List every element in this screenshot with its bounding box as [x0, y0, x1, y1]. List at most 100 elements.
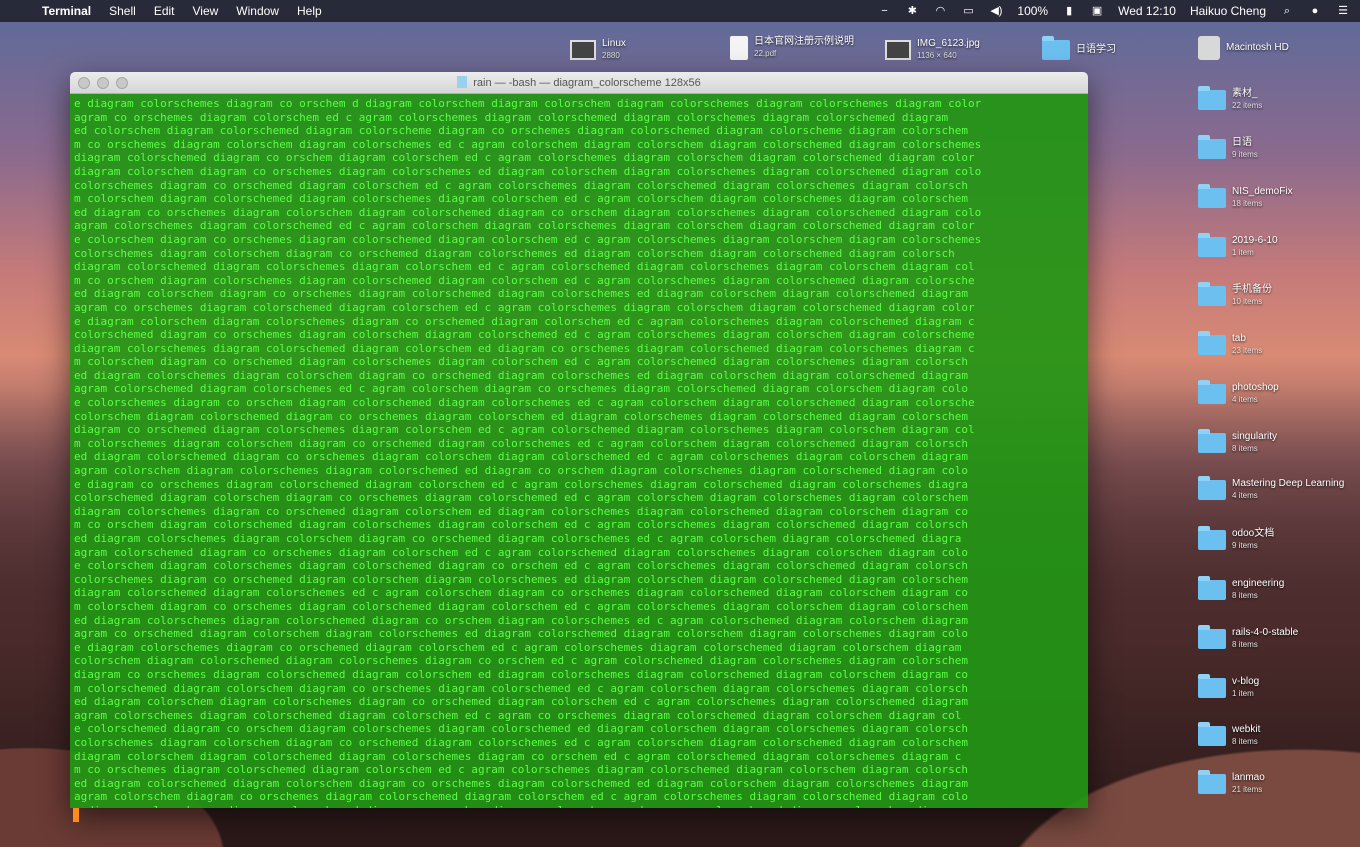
hard-disk-icon — [1198, 36, 1220, 60]
terminal-line: m co orschem diagram colorschemes diagra… — [74, 273, 975, 287]
terminal-line: m colorschem diagram co orschemed diagra… — [74, 355, 969, 369]
desktop-item-sub: 22.pdf — [754, 49, 777, 58]
menu-view[interactable]: View — [193, 4, 219, 18]
minus-icon[interactable]: − — [877, 5, 891, 17]
desktop-item-sub: 10 items — [1232, 297, 1263, 306]
folder-icon — [1198, 770, 1226, 794]
desktop-item-label: Macintosh HD — [1226, 42, 1289, 53]
desktop-item-label: v-blog — [1232, 676, 1260, 687]
app-menu-terminal[interactable]: Terminal — [42, 4, 91, 18]
terminal-line: diagram co orschemed diagram colorscheme… — [74, 423, 975, 437]
desktop-folder[interactable]: engineering 8 items — [1198, 576, 1284, 602]
terminal-line: diagram colorschemes diagram colorscheme… — [74, 341, 975, 355]
desktop-item-img[interactable]: IMG_6123.jpg 1136 × 640 — [885, 38, 980, 62]
terminal-line: agram co orschemes diagram colorschem ed… — [74, 110, 949, 124]
image-file-icon — [570, 40, 596, 60]
clock[interactable]: Wed 12:10 — [1118, 4, 1176, 18]
terminal-line: diagram colorschemed diagram co orschem … — [74, 151, 975, 165]
terminal-line: e colorschem diagram co orschemes diagra… — [74, 232, 982, 246]
folder-icon — [1198, 233, 1226, 257]
desktop-item-disk[interactable]: Macintosh HD — [1198, 36, 1289, 60]
desktop-item-sub: 8 items — [1232, 640, 1258, 649]
desktop-item-label: 日本官网注册示例说明 — [754, 36, 854, 47]
desktop-item-sub: 2880 — [602, 51, 620, 60]
terminal-line: agram colorschemes diagram colorschemed … — [74, 708, 962, 722]
terminal-line: ed diagram colorschemes diagram colorsch… — [74, 368, 969, 382]
desktop-item-label: lanmao — [1232, 772, 1265, 783]
desktop-folder[interactable]: rails-4-0-stable 8 items — [1198, 625, 1299, 651]
desktop-item-pdf[interactable]: 日本官网注册示例说明 22.pdf — [730, 36, 854, 60]
terminal-line: diagram colorschemed diagram colorscheme… — [74, 586, 969, 600]
wifi-icon[interactable]: ◠ — [933, 5, 947, 17]
terminal-line: colorschemes diagram colorschem diagram … — [74, 735, 969, 749]
terminal-line: colorschemed diagram co orschemes diagra… — [74, 328, 975, 342]
window-title-text: rain — -bash — diagram_colorscheme 128x5… — [473, 77, 701, 89]
input-source-icon[interactable]: ▣ — [1090, 5, 1104, 17]
terminal-cursor — [73, 808, 79, 822]
desktop-folder[interactable]: webkit 8 items — [1198, 722, 1261, 748]
desktop-item-sub: 23 items — [1232, 346, 1263, 355]
terminal-line: ed diagram colorschem diagram co orschem… — [74, 287, 969, 301]
desktop-folder[interactable]: tab 23 items — [1198, 331, 1263, 357]
desktop-item-label: Mastering Deep Learning — [1232, 478, 1345, 489]
desktop-item-label: tab — [1232, 333, 1246, 344]
terminal-line: ed diagram colorschemed diagram co orsch… — [74, 450, 969, 464]
spotlight-icon[interactable]: ⌕ — [1280, 5, 1294, 17]
desktop-folder[interactable]: 日语 9 items — [1198, 135, 1258, 161]
terminal-output[interactable]: e diagram colorschemes diagram co orsche… — [70, 94, 1088, 808]
battery-icon[interactable]: ▮ — [1062, 5, 1076, 17]
window-title: rain — -bash — diagram_colorscheme 128x5… — [70, 76, 1088, 89]
folder-icon — [1198, 625, 1226, 649]
menu-shell[interactable]: Shell — [109, 4, 136, 18]
terminal-line: m co orschemes diagram colorschem diagra… — [74, 137, 982, 151]
desktop-item-label: singularity — [1232, 431, 1278, 442]
desktop-folder[interactable]: lanmao 21 items — [1198, 770, 1265, 796]
terminal-line: e diagram colorschemes diagram colorsche… — [74, 804, 1084, 808]
terminal-line: e diagram colorschemes diagram co orsche… — [74, 640, 962, 654]
desktop-folder[interactable]: NIS_demoFix 18 items — [1198, 184, 1293, 210]
user-name[interactable]: Haikuo Cheng — [1190, 4, 1266, 18]
desktop-item-label: 2019-6-10 — [1232, 235, 1278, 246]
menu-window[interactable]: Window — [236, 4, 279, 18]
desktop-folder[interactable]: 2019-6-10 1 item — [1198, 233, 1278, 259]
desktop-item-sub: 1136 × 640 — [917, 51, 957, 60]
siri-icon[interactable]: ● — [1308, 5, 1322, 17]
terminal-line: e diagram colorschem diagram colorscheme… — [74, 314, 975, 328]
terminal-line: colorschemes diagram co orschemed diagra… — [74, 572, 969, 586]
terminal-line: m colorschem diagram colorschemed diagra… — [74, 192, 969, 206]
status-area: − ✱ ◠ ▭ ◀) 100% ▮ ▣ Wed 12:10 Haikuo Che… — [877, 4, 1350, 18]
terminal-line: agram colorschem diagram colorschemes di… — [74, 464, 969, 478]
terminal-window[interactable]: rain — -bash — diagram_colorscheme 128x5… — [70, 72, 1088, 808]
menu-edit[interactable]: Edit — [154, 4, 175, 18]
terminal-line: agram colorschemes diagram colorschemed … — [74, 219, 975, 233]
terminal-line: colorschemes diagram co orschemed diagra… — [74, 178, 969, 192]
notification-center-icon[interactable]: ☰ — [1336, 5, 1350, 17]
desktop-folder[interactable]: Mastering Deep Learning 4 items — [1198, 476, 1345, 502]
desktop-folder[interactable]: 素材_ 22 items — [1198, 86, 1262, 112]
desktop-item-sub: 21 items — [1232, 785, 1263, 794]
menu-help[interactable]: Help — [297, 4, 322, 18]
terminal-line: agram co orschemed diagram colorschem di… — [74, 627, 969, 641]
folder-icon — [1198, 674, 1226, 698]
desktop-folder[interactable]: singularity 8 items — [1198, 429, 1278, 455]
terminal-line: m co orschemes diagram colorschemed diag… — [74, 763, 969, 777]
terminal-line: m colorschemes diagram colorschem diagra… — [74, 436, 969, 450]
desktop-item-linux[interactable]: Linux 2880 — [570, 38, 626, 62]
volume-icon[interactable]: ◀) — [989, 5, 1003, 17]
terminal-line: ed diagram colorschemed diagram colorsch… — [74, 776, 969, 790]
desktop-item-label: odoo文档 — [1232, 528, 1275, 539]
window-titlebar[interactable]: rain — -bash — diagram_colorscheme 128x5… — [70, 72, 1088, 94]
terminal-line: ed diagram colorschem diagram colorschem… — [74, 695, 969, 709]
desktop-folder[interactable]: 手机备份 10 items — [1198, 282, 1272, 308]
desktop-item-label: rails-4-0-stable — [1232, 627, 1299, 638]
display-icon[interactable]: ▭ — [961, 5, 975, 17]
desktop-folder[interactable]: odoo文档 9 items — [1198, 526, 1275, 552]
bluetooth-icon[interactable]: ✱ — [905, 5, 919, 17]
terminal-line: colorschemes diagram colorschem diagram … — [74, 246, 955, 260]
desktop-item-label: webkit — [1232, 724, 1261, 735]
desktop-item-folder[interactable]: 日语学习 — [1042, 36, 1116, 60]
desktop-folder[interactable]: v-blog 1 item — [1198, 674, 1260, 700]
menu-bar: Terminal Shell Edit View Window Help − ✱… — [0, 0, 1360, 22]
battery-percent: 100% — [1017, 4, 1049, 18]
desktop-folder[interactable]: photoshop 4 items — [1198, 380, 1279, 406]
